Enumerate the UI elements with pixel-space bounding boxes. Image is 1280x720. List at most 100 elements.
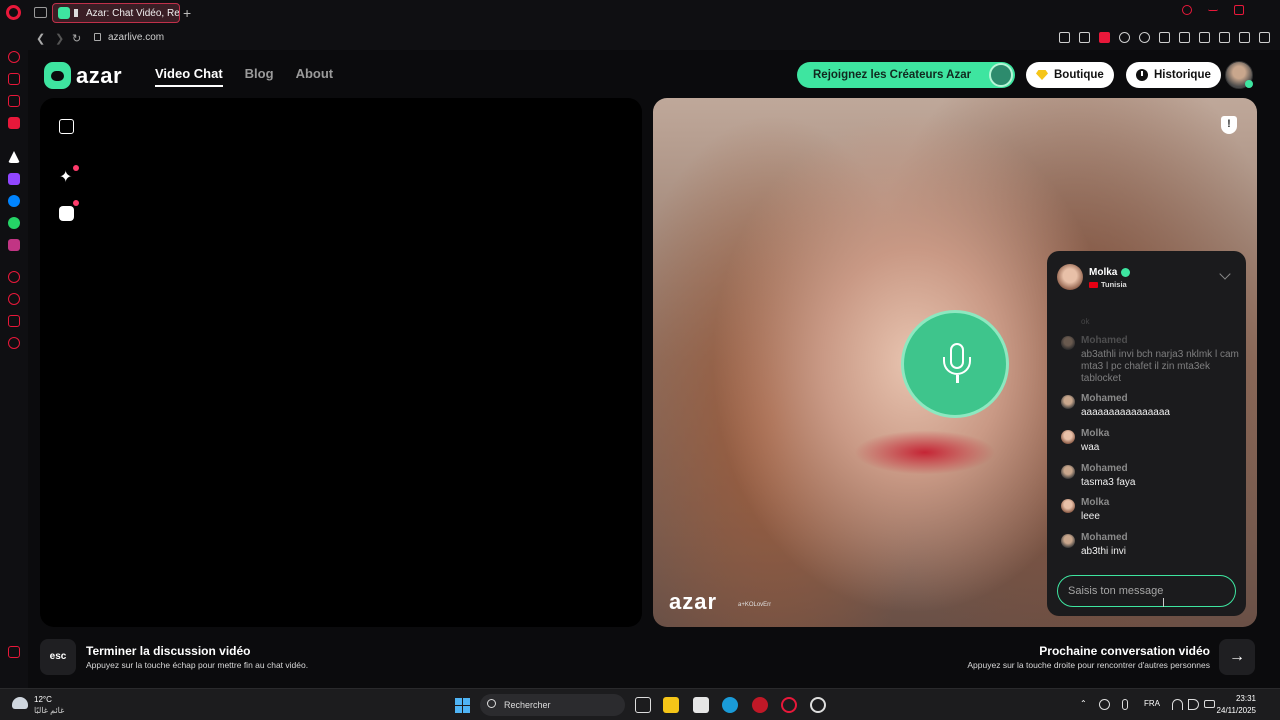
nav-blog[interactable]: Blog: [245, 66, 274, 87]
speaker-icon[interactable]: [74, 9, 82, 17]
puzzle-icon[interactable]: [1219, 32, 1230, 43]
arc-icon[interactable]: [8, 151, 20, 163]
nav-video-chat[interactable]: Video Chat: [155, 66, 223, 87]
maximize-button[interactable]: [1234, 5, 1244, 15]
message-sender: Mohamed: [1081, 463, 1128, 474]
pin-icon[interactable]: [1059, 32, 1070, 43]
settings-icon[interactable]: [8, 337, 20, 349]
wallet-icon[interactable]: [8, 95, 20, 107]
effects-sparkle-icon[interactable]: ✦: [59, 170, 74, 186]
battery-icon[interactable]: [1204, 700, 1215, 708]
next-chat-button[interactable]: →: [1219, 639, 1255, 675]
task-view-icon[interactable]: [635, 697, 651, 713]
browser-tab-azar[interactable]: Azar: Chat Vidéo, Ren: [52, 3, 180, 23]
message-text: ab3thi invi: [1081, 546, 1127, 557]
partner-avatar[interactable]: [1057, 264, 1083, 290]
snapshot-icon[interactable]: [1079, 32, 1090, 43]
message-sender: Molka: [1081, 428, 1110, 439]
download-icon[interactable]: [1239, 32, 1250, 43]
whatsapp-icon[interactable]: [8, 217, 20, 229]
qr-icon[interactable]: [1159, 32, 1170, 43]
end-chat-esc-button[interactable]: esc: [40, 639, 76, 675]
join-creators-button[interactable]: Rejoignez les Créateurs Azar: [797, 62, 1015, 88]
next-chat-subtitle: Appuyez sur la touche droite pour rencon…: [967, 660, 1210, 670]
news-icon[interactable]: [8, 117, 20, 129]
minimize-button[interactable]: [1208, 5, 1218, 11]
video-watermark: azar: [669, 589, 718, 614]
partner-country-label: Tunisia: [1101, 280, 1127, 289]
reload-button[interactable]: ↻: [72, 32, 81, 45]
menu-icon[interactable]: [1259, 32, 1270, 43]
shop-icon[interactable]: [8, 73, 20, 85]
message-text: aaaaaaaaaaaaaaaa: [1081, 407, 1170, 418]
workspaces-icon[interactable]: [34, 7, 47, 18]
extension-icon[interactable]: [1179, 32, 1190, 43]
minimize-video-icon[interactable]: [59, 119, 74, 134]
lock-icon[interactable]: [94, 33, 101, 41]
clock-date[interactable]: 24/11/2025: [1217, 706, 1256, 715]
shop-button[interactable]: Boutique: [1026, 62, 1114, 88]
chevron-down-icon[interactable]: [1219, 268, 1231, 280]
messenger-icon[interactable]: [8, 195, 20, 207]
mic-tray-icon[interactable]: [1122, 699, 1128, 710]
twitch-icon[interactable]: [8, 173, 20, 185]
clock-time[interactable]: 23:31: [1236, 694, 1256, 703]
opera-taskbar-icon[interactable]: [781, 697, 797, 713]
logo-text: azar: [76, 62, 123, 88]
forward-button[interactable]: ❯: [55, 32, 64, 45]
extensions-sidebar-icon[interactable]: [8, 315, 20, 327]
url-field[interactable]: azarlive.com: [108, 32, 164, 43]
opera-logo-icon[interactable]: [6, 5, 21, 20]
weather-cloud-icon[interactable]: [12, 697, 28, 709]
profile-avatar[interactable]: [1225, 61, 1253, 89]
chat-message-list[interactable]: ok Mohamed ab3athli invi bch narja3 nklm…: [1047, 313, 1246, 565]
wifi-icon[interactable]: [1172, 699, 1183, 710]
weather-temperature[interactable]: 12°C: [34, 695, 52, 704]
message-avatar: [1061, 499, 1075, 513]
aria-icon[interactable]: [8, 51, 20, 63]
image-icon[interactable]: [1199, 32, 1210, 43]
microsoft-store-icon[interactable]: [693, 697, 709, 713]
chat-input-container[interactable]: [1057, 575, 1236, 607]
show-hidden-icons[interactable]: ⌃: [1080, 699, 1087, 708]
gem-icon: [1036, 70, 1048, 80]
windows-taskbar: 12°C غائم غالبًا Rechercher ⌃ FRA 23:31 …: [0, 688, 1280, 720]
watermark-handle: a+KOLovErr: [738, 602, 772, 608]
play-icon[interactable]: [1119, 32, 1130, 43]
file-explorer-icon[interactable]: [663, 697, 679, 713]
ai-sidebar-icon[interactable]: [8, 646, 20, 658]
close-window-button[interactable]: [1260, 5, 1270, 15]
new-tab-button[interactable]: +: [183, 5, 191, 21]
back-button[interactable]: ❮: [36, 32, 45, 45]
message-avatar: [1061, 395, 1075, 409]
history-button[interactable]: Historique: [1126, 62, 1221, 88]
opera-gx-taskbar-icon[interactable]: [810, 697, 826, 713]
tab-title: Azar: Chat Vidéo, Ren: [86, 7, 179, 19]
chat-message-input[interactable]: [1068, 583, 1228, 599]
volume-icon[interactable]: [1188, 699, 1199, 710]
window-controls: [1182, 5, 1270, 15]
language-indicator[interactable]: FRA: [1144, 699, 1160, 708]
search-tabs-icon[interactable]: [1182, 5, 1192, 15]
face-filter-icon[interactable]: [59, 206, 74, 221]
azar-site: azar Video Chat Blog About Rejoignez les…: [28, 50, 1280, 688]
clock-sidebar-icon[interactable]: [8, 293, 20, 305]
sync-icon[interactable]: [1099, 699, 1110, 710]
microphone-button[interactable]: [901, 310, 1009, 418]
windows-start-icon[interactable]: [455, 698, 470, 713]
nav-about[interactable]: About: [296, 66, 334, 87]
next-chat-title: Prochaine conversation vidéo: [1039, 644, 1210, 658]
search-icon: [487, 699, 496, 708]
message-text: leee: [1081, 511, 1100, 522]
report-shield-icon[interactable]: !: [1221, 116, 1237, 134]
instagram-icon[interactable]: [8, 239, 20, 251]
clock-icon: [1136, 69, 1148, 81]
verified-badge-icon: [1121, 268, 1130, 277]
history-sidebar-icon[interactable]: [8, 271, 20, 283]
heart-icon[interactable]: [1139, 32, 1150, 43]
azar-logo[interactable]: azar: [44, 62, 122, 89]
shield-extension-icon[interactable]: [1099, 32, 1110, 43]
taskbar-search[interactable]: Rechercher: [480, 694, 625, 716]
edge-icon[interactable]: [722, 697, 738, 713]
app-icon-red[interactable]: [752, 697, 768, 713]
